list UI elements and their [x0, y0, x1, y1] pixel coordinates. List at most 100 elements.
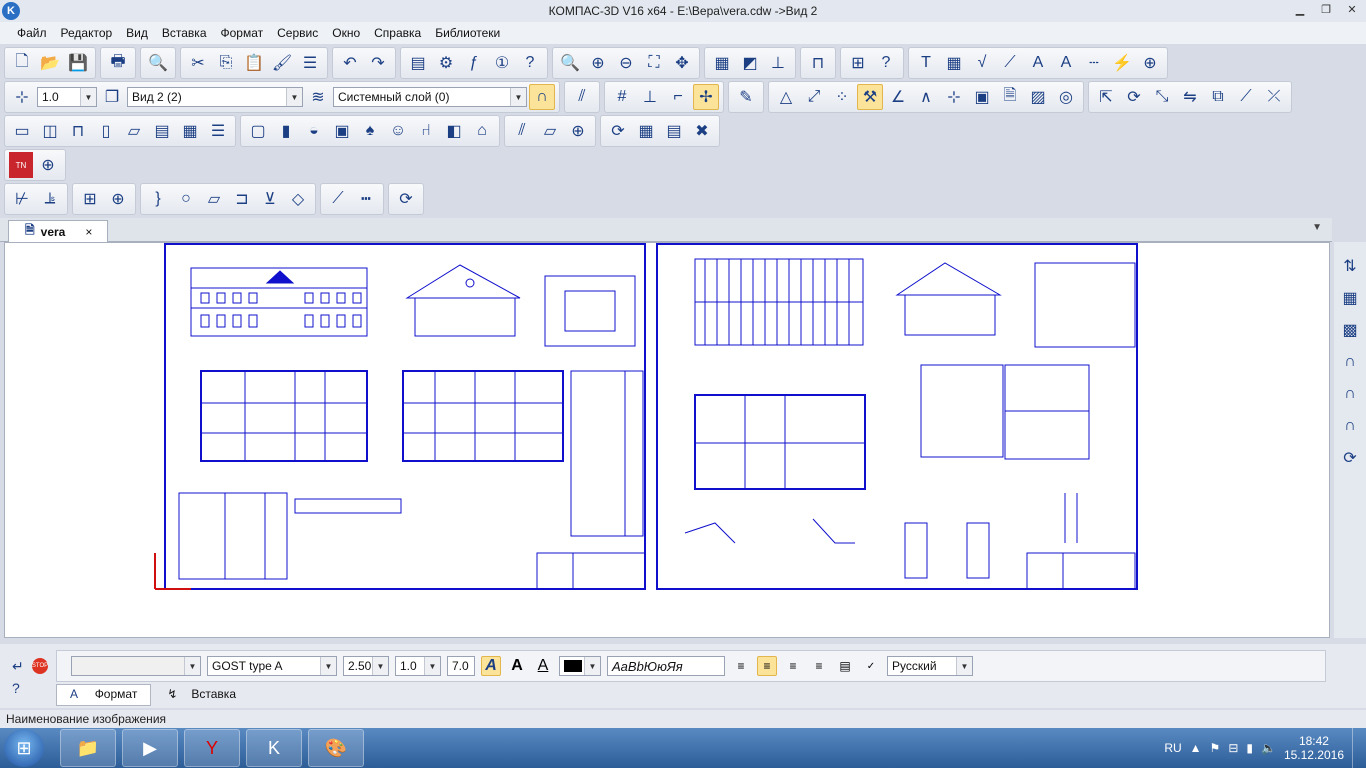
menu-view[interactable]: Вид — [119, 22, 155, 44]
person-icon[interactable]: ☺ — [385, 118, 411, 144]
table-color-icon[interactable]: ▦ — [1338, 286, 1362, 310]
add-library-icon[interactable]: ⊕ — [35, 152, 61, 178]
paste-icon[interactable]: 📋 — [241, 50, 267, 76]
triangle-icon[interactable]: △ — [773, 84, 799, 110]
italic-button[interactable]: A — [481, 656, 501, 676]
library-manager-icon[interactable]: ⚙ — [433, 50, 459, 76]
text-mark-icon[interactable]: A — [1025, 50, 1051, 76]
width-select[interactable]: 1.0 ▼ — [395, 656, 441, 676]
tab-insert[interactable]: ↯ Вставка — [153, 684, 250, 706]
center-mark-icon[interactable]: ⊕ — [1137, 50, 1163, 76]
drawing-canvas[interactable] — [4, 242, 1330, 638]
level-mark-icon[interactable]: ⊻ — [257, 186, 283, 212]
elevation-icon[interactable]: ⫡ — [37, 186, 63, 212]
menu-libraries[interactable]: Библиотеки — [428, 22, 507, 44]
refresh-disabled-icon[interactable]: ⟳ — [1338, 446, 1362, 470]
bold-button[interactable]: A — [507, 656, 527, 676]
spec-icon[interactable]: ▤ — [149, 118, 175, 144]
frame-icon[interactable]: ▢ — [245, 118, 271, 144]
restore-icon[interactable]: ❐ — [1318, 3, 1334, 17]
tools-icon[interactable]: ✖ — [689, 118, 715, 144]
font-select[interactable]: GOST type A ▼ — [207, 656, 337, 676]
layers-icon[interactable]: ≋ — [305, 84, 331, 110]
door-icon[interactable]: ▮ — [273, 118, 299, 144]
menu-format[interactable]: Формат — [214, 22, 271, 44]
technonikol-logo-icon[interactable]: TN — [9, 152, 33, 178]
building-3d-icon[interactable]: ▩ — [1338, 318, 1362, 342]
add-axis-icon[interactable]: ⊕ — [105, 186, 131, 212]
variables-numbered-icon[interactable]: ① — [489, 50, 515, 76]
media-player-icon[interactable]: ▶ — [122, 729, 178, 767]
layer-select[interactable]: Системный слой (0) ▼ — [333, 87, 527, 107]
chevron-down-icon[interactable]: ▼ — [80, 88, 96, 106]
section-mark-icon[interactable]: ⊐ — [229, 186, 255, 212]
chevron-down-icon[interactable]: ▼ — [320, 657, 336, 675]
chevron-down-icon[interactable]: ▼ — [372, 657, 388, 675]
usb-icon[interactable]: ⊟ — [1228, 741, 1238, 755]
ramp-icon[interactable]: ▱ — [537, 118, 563, 144]
deform-icon[interactable]: ⟋ — [1233, 84, 1259, 110]
tab-close-icon[interactable]: × — [85, 225, 92, 239]
explorer-icon[interactable]: 📁 — [60, 729, 116, 767]
tree-icon[interactable]: ♠ — [357, 118, 383, 144]
rotate-icon[interactable]: ⟳ — [1121, 84, 1147, 110]
network-error-icon[interactable]: ⚑ — [1210, 741, 1221, 755]
chevron-down-icon[interactable]: ▼ — [424, 657, 440, 675]
leader-a1-icon[interactable]: ⟋ — [325, 186, 351, 212]
magnet-snap-icon[interactable]: ∩ — [529, 84, 555, 110]
tab-vera[interactable]: 🗎 vera × — [8, 220, 108, 242]
zoom-window-icon[interactable]: 🔍 — [557, 50, 583, 76]
chart-icon[interactable]: ⊓ — [805, 50, 831, 76]
properties-list-icon[interactable]: ☰ — [297, 50, 323, 76]
grid-icon[interactable]: # — [609, 84, 635, 110]
dotted-grid-icon[interactable]: ⁘ — [829, 84, 855, 110]
leader-icon[interactable]: ⟋ — [997, 50, 1023, 76]
chevron-down-icon[interactable]: ▼ — [584, 657, 600, 675]
grid-axes-icon[interactable]: ⊞ — [77, 186, 103, 212]
help-icon[interactable]: ? — [12, 680, 20, 696]
magnet-icon[interactable]: ∩ — [1338, 350, 1362, 374]
print-icon[interactable]: 🖶 — [105, 50, 131, 76]
local-cs-icon[interactable]: ⊥ — [637, 84, 663, 110]
underline-button[interactable]: A — [533, 656, 553, 676]
menu-help[interactable]: Справка — [367, 22, 428, 44]
caret-icon[interactable]: ∧ — [913, 84, 939, 110]
preview-icon[interactable]: 🔍 — [145, 50, 171, 76]
column-icon[interactable]: ▯ — [93, 118, 119, 144]
contrast-icon[interactable]: ◩ — [737, 50, 763, 76]
orthogonal-icon[interactable]: ⌐ — [665, 84, 691, 110]
save-icon[interactable]: 💾 — [65, 50, 91, 76]
tab-format[interactable]: A Формат — [56, 684, 152, 706]
zoom-in-icon[interactable]: ⊕ — [585, 50, 611, 76]
roof-icon[interactable]: ⌂ — [469, 118, 495, 144]
minimize-icon[interactable]: ▁ — [1292, 3, 1308, 17]
paint-icon[interactable]: 🎨 — [308, 729, 364, 767]
window-blocks-icon[interactable]: ▦ — [177, 118, 203, 144]
window-icon[interactable]: ▣ — [329, 118, 355, 144]
sink-icon[interactable]: ◒ — [301, 118, 327, 144]
chair-icon[interactable]: ⑁ — [413, 118, 439, 144]
menu-insert[interactable]: Вставка — [155, 22, 214, 44]
slope-icon[interactable]: ▱ — [201, 186, 227, 212]
manager-icon[interactable]: ▤ — [405, 50, 431, 76]
axis-line-icon[interactable]: ┄ — [1081, 50, 1107, 76]
line-width-select[interactable]: 1.0 ▼ — [37, 87, 97, 107]
clock[interactable]: 18:42 15.12.2016 — [1284, 734, 1344, 762]
menu-file[interactable]: Файл — [10, 22, 54, 44]
roughness-icon[interactable]: √ — [969, 50, 995, 76]
undo-icon[interactable]: ↶ — [337, 50, 363, 76]
tab-list-chevron-icon[interactable]: ▼ — [1312, 222, 1322, 233]
kompas-taskbar-icon[interactable]: K — [246, 729, 302, 767]
chevron-down-icon[interactable]: ▼ — [956, 657, 972, 675]
scale-icon[interactable]: ⤡ — [1149, 84, 1175, 110]
tray-expand-icon[interactable]: ▲ — [1190, 741, 1202, 755]
format-painter-icon[interactable]: 🖌 — [269, 50, 295, 76]
line-type-icon[interactable]: ┅ — [353, 186, 379, 212]
wall-icon[interactable]: ▭ — [9, 118, 35, 144]
color-select[interactable]: ▼ — [559, 656, 601, 676]
enter-icon[interactable]: ↵ — [12, 658, 24, 675]
stop-icon[interactable]: STOP — [32, 658, 48, 674]
axes-icon[interactable]: ⊬ — [9, 186, 35, 212]
show-desktop-button[interactable] — [1352, 728, 1362, 768]
shapes-icon[interactable]: ◧ — [441, 118, 467, 144]
